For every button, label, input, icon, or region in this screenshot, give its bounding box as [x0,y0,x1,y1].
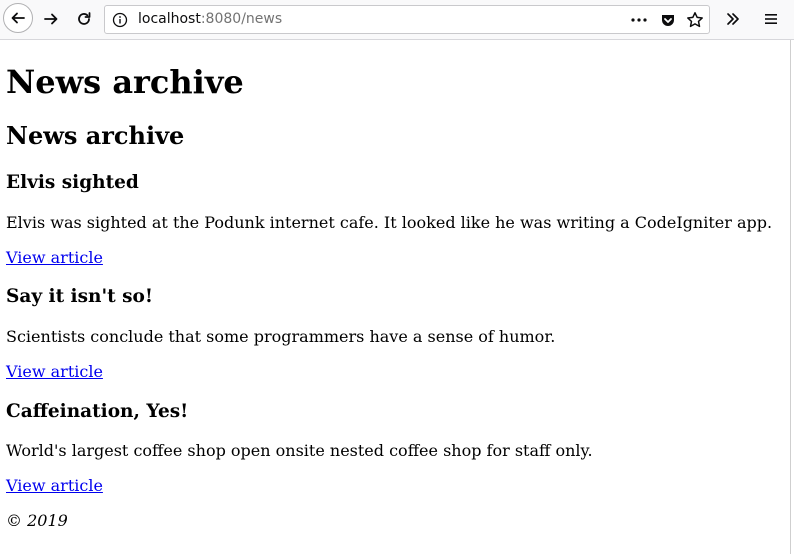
url-path: :8080/news [200,11,283,27]
view-article-link[interactable]: View article [6,362,103,382]
pocket-icon[interactable] [658,10,678,30]
forward-arrow-icon [44,13,58,25]
back-button[interactable] [3,3,33,33]
url-text[interactable]: localhost:8080/news [138,11,282,27]
sidebar-edge [790,40,794,554]
news-item-title: Caffeination, Yes! [6,401,189,422]
menu-button[interactable] [756,4,786,34]
url-bar[interactable]: localhost:8080/news [104,5,710,34]
copyright-footer: © 2019 [6,511,68,530]
overflow-chevrons-icon [727,13,739,25]
news-item-text: Scientists conclude that some programmer… [6,327,556,346]
more-dots-icon[interactable] [629,10,649,30]
reload-button[interactable] [69,4,99,34]
news-item-title: Elvis sighted [6,172,139,193]
page-subtitle: News archive [6,121,185,150]
news-item-title: Say it isn't so! [6,286,153,307]
view-article-link[interactable]: View article [6,248,103,268]
reload-icon [78,12,91,25]
forward-button[interactable] [36,4,66,34]
browser-toolbar: localhost:8080/news [0,0,794,40]
hamburger-menu-icon [765,14,777,24]
news-item-text: World's largest coffee shop open onsite … [6,441,593,460]
bookmark-star-icon[interactable] [685,10,705,30]
news-item-text: Elvis was sighted at the Podunk internet… [6,213,773,232]
back-arrow-icon [11,12,25,24]
page-title: News archive [6,63,244,101]
view-article-link[interactable]: View article [6,476,103,496]
url-host: localhost [138,11,201,27]
overflow-button[interactable] [718,4,748,34]
info-icon[interactable] [112,12,128,28]
